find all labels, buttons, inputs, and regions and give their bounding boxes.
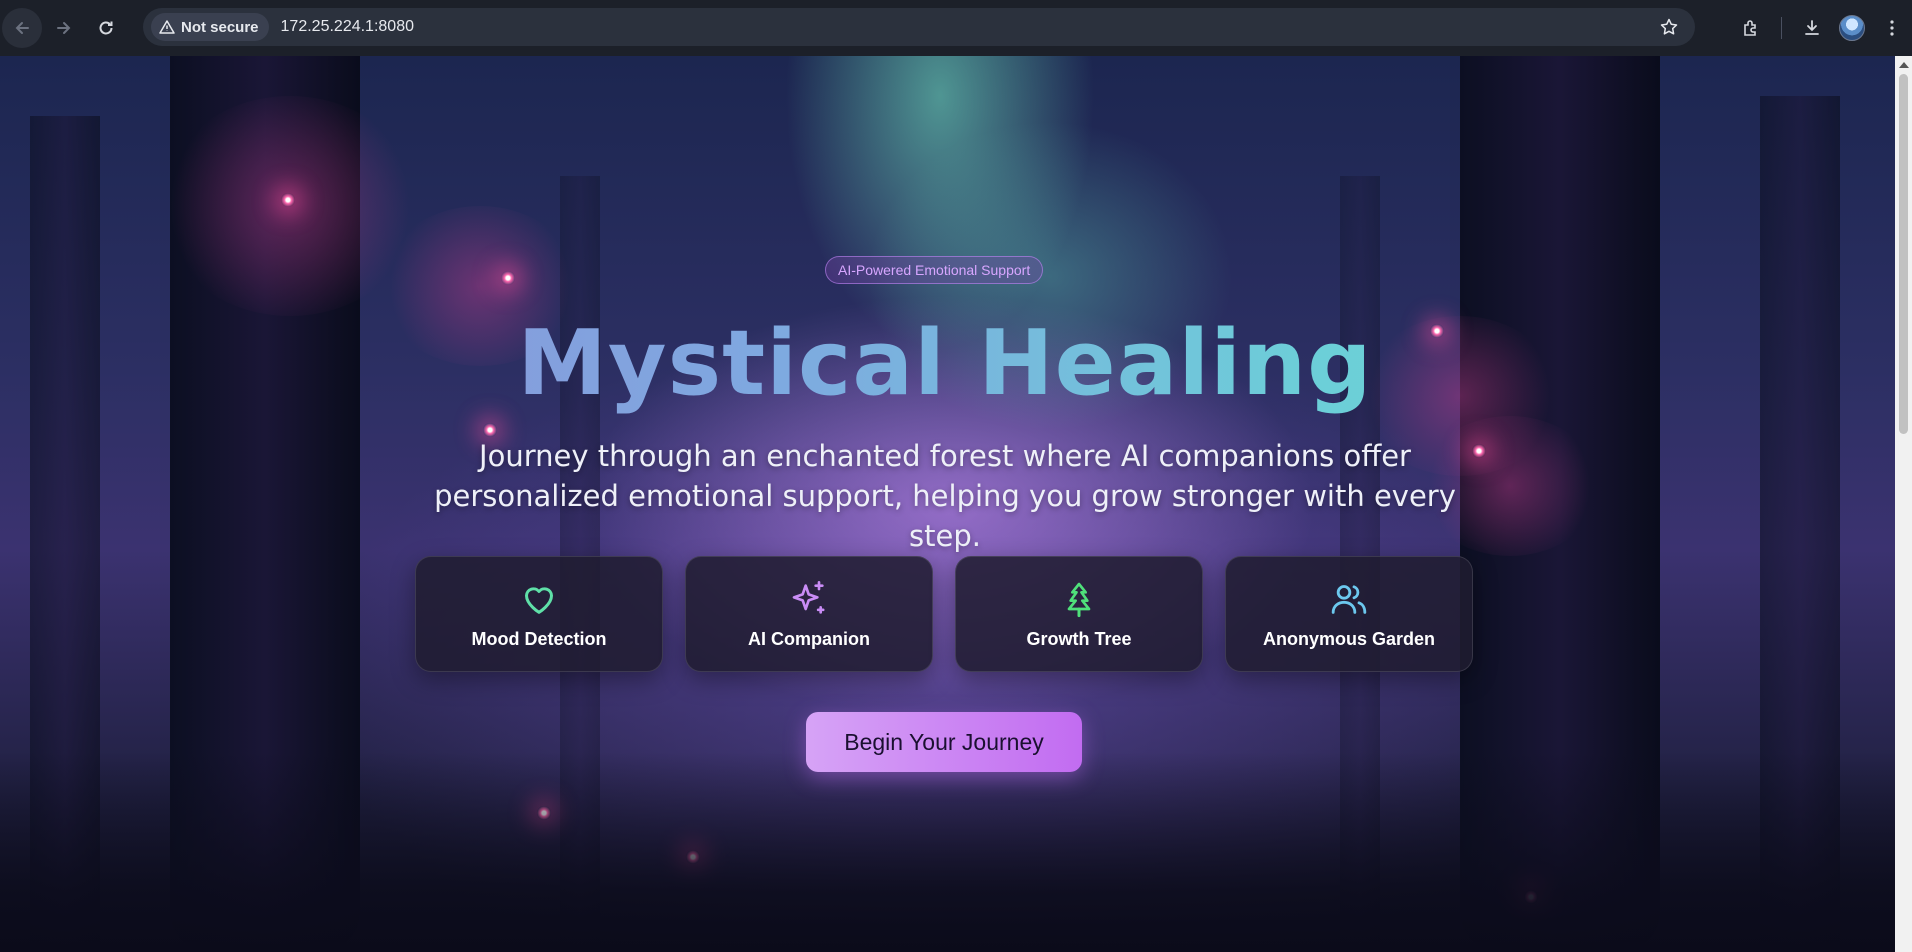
firefly-light	[501, 271, 515, 285]
downloads-button[interactable]	[1792, 8, 1832, 48]
profile-button[interactable]	[1832, 8, 1872, 48]
page-title: Mystical Healing	[0, 314, 1890, 414]
arrow-right-icon	[57, 22, 71, 34]
feature-card-ai-companion[interactable]: AI Companion	[685, 556, 933, 672]
url-text[interactable]: 172.25.224.1:8080	[281, 18, 414, 36]
page-viewport: AI-Powered Emotional Support Mystical He…	[0, 56, 1895, 952]
feature-card-growth-tree[interactable]: Growth Tree	[955, 556, 1203, 672]
address-bar[interactable]: Not secure 172.25.224.1:8080	[143, 8, 1695, 46]
scroll-thumb[interactable]	[1899, 74, 1908, 434]
reload-icon	[99, 21, 113, 35]
firefly-light	[281, 193, 295, 207]
download-icon	[1805, 20, 1819, 35]
warning-triangle-icon	[159, 20, 175, 34]
feature-card-anonymous-garden[interactable]: Anonymous Garden	[1225, 556, 1473, 672]
users-icon	[1331, 584, 1367, 614]
feature-label: Mood Detection	[471, 628, 607, 649]
browser-toolbar: Not secure 172.25.224.1:8080	[0, 0, 1912, 56]
firefly-light	[1472, 444, 1486, 458]
security-indicator[interactable]: Not secure	[151, 13, 269, 41]
feature-card-mood-detection[interactable]: Mood Detection	[415, 556, 663, 672]
extensions-button[interactable]	[1731, 8, 1771, 48]
star-icon[interactable]	[1659, 17, 1679, 37]
hero-badge: AI-Powered Emotional Support	[825, 256, 1044, 284]
feature-label: Growth Tree	[1026, 628, 1132, 649]
sparkles-icon	[792, 580, 825, 614]
menu-button[interactable]	[1872, 8, 1912, 48]
tree-icon	[1067, 582, 1091, 617]
forest-floor	[0, 752, 1895, 952]
firefly-light	[483, 423, 497, 437]
feature-label: AI Companion	[748, 628, 870, 649]
begin-journey-button[interactable]: Begin Your Journey	[806, 712, 1082, 772]
feature-list: Mood Detection AI Companion Growth Tree …	[415, 556, 1473, 672]
page-scrollbar[interactable]	[1895, 56, 1912, 952]
forward-button[interactable]	[44, 8, 84, 48]
back-button[interactable]	[2, 8, 42, 48]
arrow-left-icon	[15, 22, 29, 34]
scroll-up-arrow-icon[interactable]	[1899, 62, 1909, 68]
security-label: Not secure	[181, 18, 259, 36]
reload-button[interactable]	[86, 8, 126, 48]
feature-label: Anonymous Garden	[1262, 628, 1436, 649]
toolbar-divider	[1781, 17, 1782, 39]
puzzle-icon	[1744, 20, 1756, 36]
heart-icon	[525, 586, 553, 614]
avatar	[1839, 15, 1865, 41]
toolbar-actions	[1731, 0, 1912, 56]
kebab-menu-icon	[1890, 20, 1894, 36]
hero-subtitle: Journey through an enchanted forest wher…	[434, 439, 1456, 553]
